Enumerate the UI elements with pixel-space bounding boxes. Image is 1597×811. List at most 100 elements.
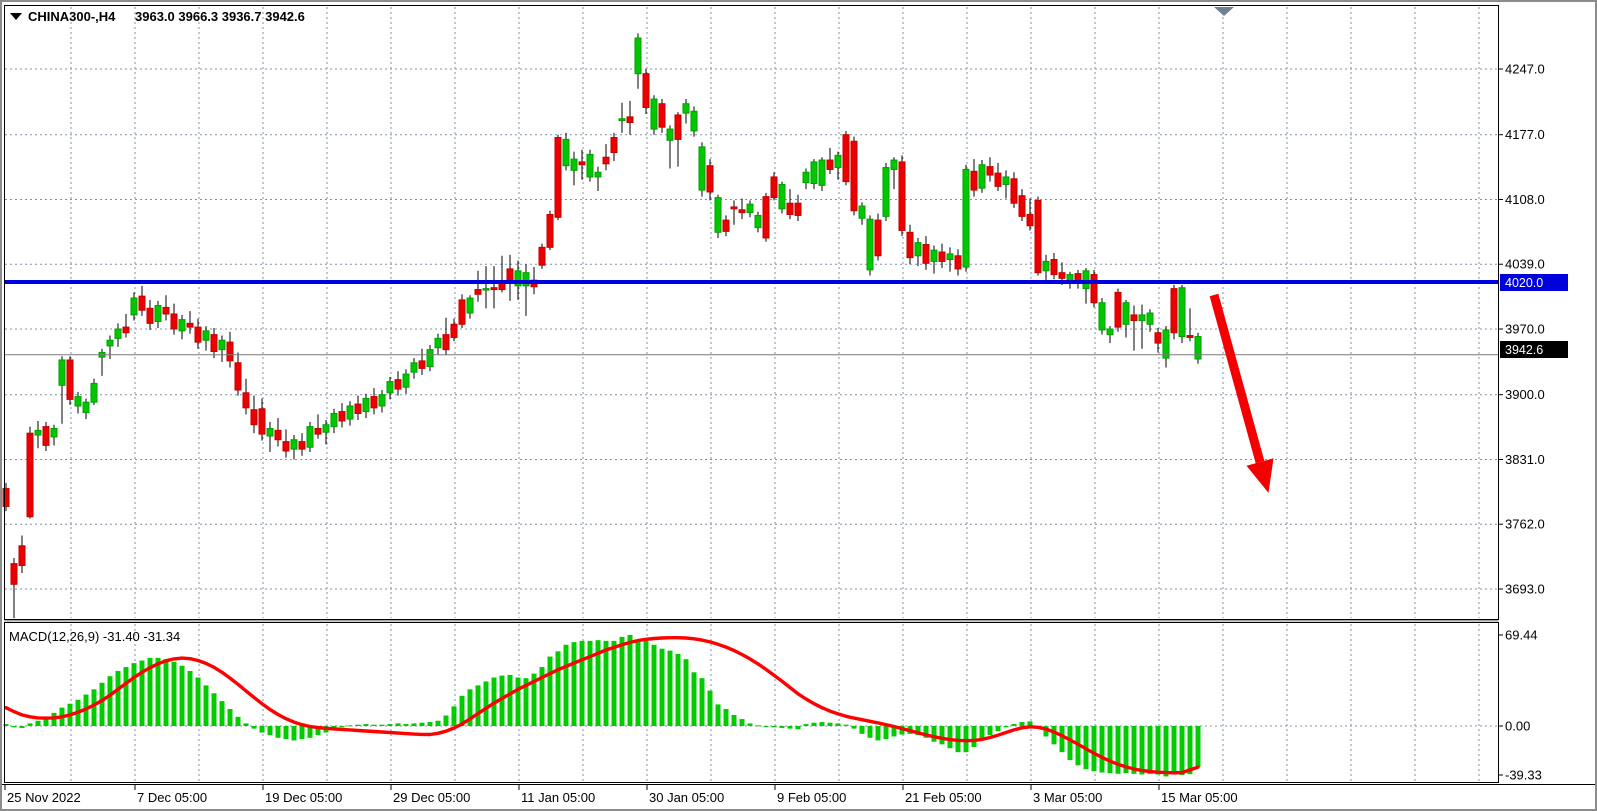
bull-candle <box>619 119 625 121</box>
bull-candle <box>51 428 57 436</box>
bull-candle <box>891 160 897 169</box>
bull-candle <box>811 162 817 184</box>
macd-histogram-bar <box>116 671 121 726</box>
bull-candle <box>699 147 705 190</box>
macd-histogram-bar <box>476 685 481 726</box>
macd-histogram-bar <box>164 659 169 726</box>
macd-axis-label: 0.00 <box>1505 719 1530 734</box>
bear-candle <box>707 166 713 192</box>
bull-candle <box>819 160 825 185</box>
bull-candle <box>755 215 761 227</box>
bear-candle <box>507 269 513 280</box>
bull-candle <box>1107 329 1113 335</box>
macd-histogram-bar <box>852 726 857 729</box>
bull-candle <box>75 397 81 406</box>
macd-histogram-bar <box>684 659 689 726</box>
time-axis-label: 21 Feb 05:00 <box>905 790 982 805</box>
time-axis-label: 29 Dec 05:00 <box>393 790 470 805</box>
macd-histogram-bar <box>828 723 833 726</box>
macd-histogram-bar <box>604 641 609 726</box>
macd-histogram-bar <box>1100 726 1105 773</box>
bull-candle <box>1003 177 1009 185</box>
bear-candle <box>491 288 497 290</box>
bull-candle <box>267 428 273 436</box>
bull-candle <box>571 159 577 170</box>
bull-candle <box>691 111 697 131</box>
macd-histogram-bar <box>780 726 785 728</box>
bull-candle <box>1147 313 1153 324</box>
macd-histogram-bar <box>1148 726 1153 774</box>
bear-candle <box>739 210 745 213</box>
macd-histogram-bar <box>300 726 305 739</box>
chart-title: CHINA300-,H4 3963.0 3966.3 3936.7 3942.6 <box>10 9 305 24</box>
macd-axis-label: 69.44 <box>1505 628 1538 643</box>
price-axis-label: 3970.0 <box>1505 321 1545 336</box>
bear-candle <box>123 327 129 333</box>
macd-histogram-bar <box>1012 724 1017 726</box>
time-axis-label: 3 Mar 05:00 <box>1033 790 1102 805</box>
bear-candle <box>539 247 545 265</box>
macd-histogram-bar <box>340 726 345 727</box>
bull-candle <box>1099 303 1105 330</box>
macd-histogram-bar <box>404 724 409 726</box>
macd-histogram-bar <box>884 726 889 739</box>
macd-histogram-bar <box>124 667 129 726</box>
macd-histogram-bar <box>236 717 241 726</box>
bear-candle <box>43 427 49 446</box>
macd-histogram-bar <box>20 726 25 728</box>
bear-candle <box>235 363 241 390</box>
macd-histogram-bar <box>724 709 729 726</box>
bear-candle <box>147 308 153 323</box>
macd-histogram-bar <box>196 678 201 726</box>
macd-histogram-bar <box>428 722 433 726</box>
bull-candle <box>883 168 889 217</box>
bear-candle <box>251 410 257 425</box>
price-axis-label: 3831.0 <box>1505 452 1545 467</box>
macd-histogram-bar <box>36 721 41 726</box>
macd-histogram-bar <box>1140 726 1145 774</box>
macd-histogram-bar <box>372 725 377 726</box>
bear-candle <box>1035 200 1041 272</box>
bear-candle <box>451 324 457 337</box>
macd-histogram-bar <box>996 726 1001 731</box>
macd-histogram-bar <box>868 726 873 738</box>
bear-candle <box>163 307 169 314</box>
macd-histogram-bar <box>788 726 793 729</box>
macd-histogram-bar <box>444 716 449 726</box>
macd-histogram-bar <box>676 654 681 726</box>
bid-price-badge: 3942.6 <box>1500 341 1568 358</box>
macd-histogram-bar <box>748 723 753 726</box>
bull-candle <box>979 165 985 188</box>
bull-candle <box>291 440 297 449</box>
bear-candle <box>275 430 281 439</box>
bear-candle <box>971 171 977 190</box>
bull-candle <box>635 38 641 74</box>
bear-candle <box>355 404 361 413</box>
bear-candle <box>955 256 961 269</box>
bull-candle <box>1195 337 1201 360</box>
macd-histogram-bar <box>692 672 697 726</box>
macd-axis-label: -39.33 <box>1505 768 1542 783</box>
chart-canvas[interactable]: 4247.04177.04108.04039.03970.03900.03831… <box>2 2 1595 809</box>
macd-histogram-bar <box>556 651 561 726</box>
bull-candle <box>915 243 921 256</box>
time-axis-label: 11 Jan 05:00 <box>521 790 595 805</box>
macd-histogram-bar <box>180 666 185 726</box>
macd-histogram-bar <box>812 723 817 726</box>
bull-candle <box>867 219 873 270</box>
macd-histogram-bar <box>388 724 393 726</box>
mt4-chart-window: 4247.04177.04108.04039.03970.03900.03831… <box>0 0 1597 811</box>
bear-candle <box>875 220 881 256</box>
bull-candle <box>595 172 601 177</box>
bear-candle <box>187 323 193 327</box>
macd-histogram-bar <box>396 723 401 726</box>
bull-candle <box>131 298 137 315</box>
macd-histogram-bar <box>100 683 105 726</box>
bull-candle <box>107 340 113 346</box>
bear-candle <box>459 300 465 324</box>
bear-candle <box>787 203 793 214</box>
bear-candle <box>443 335 449 350</box>
bull-candle <box>587 154 593 177</box>
bull-candle <box>963 169 969 267</box>
time-axis-label: 30 Jan 05:00 <box>649 790 724 805</box>
